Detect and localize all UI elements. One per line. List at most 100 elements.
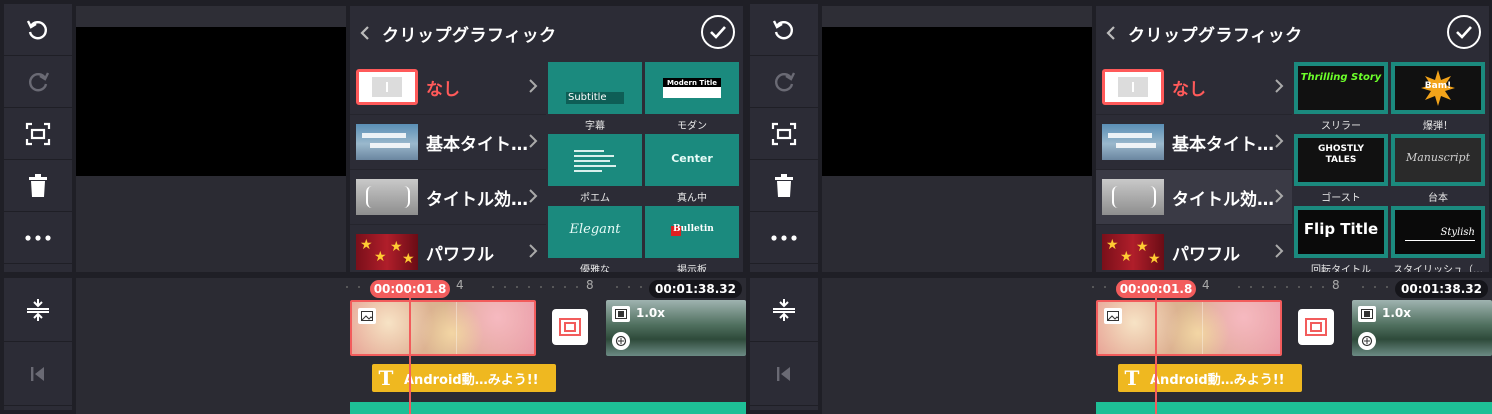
confirm-button[interactable]	[701, 15, 735, 49]
video-clip-selected[interactable]	[1096, 300, 1282, 356]
category-item-title-effect[interactable]: タイトル効…	[350, 170, 546, 225]
video-preview[interactable]	[822, 27, 1092, 176]
tool-column	[4, 4, 72, 272]
category-label: なし	[426, 79, 460, 100]
jump-to-start-button[interactable]	[4, 342, 72, 406]
tile-ghost[interactable]: GHOSTLY TALES ゴースト	[1294, 134, 1388, 204]
chevron-right-icon	[1275, 244, 1284, 258]
back-button[interactable]	[360, 25, 374, 41]
back-button[interactable]	[1106, 25, 1120, 41]
skip-start-icon	[777, 366, 790, 381]
tile-modern[interactable]: Modern Title モダン	[645, 62, 739, 132]
video-clip-selected[interactable]	[350, 300, 536, 356]
powerful-thumbnail: ★ ★ ★ ★	[356, 234, 418, 270]
tile-thumbnail: Bulletin	[645, 206, 739, 258]
category-item-title-effect[interactable]: タイトル効…	[1096, 170, 1292, 225]
jump-to-start-button[interactable]	[750, 342, 818, 406]
transition-icon	[1305, 318, 1327, 336]
tile-flip-title[interactable]: Flip Title 回転タイトル	[1294, 206, 1388, 272]
delete-button[interactable]	[4, 160, 72, 212]
editor-pane-left: クリップグラフィック なし 基本タイト… タイトル効… ★ ★ ★ ★ パワフル…	[0, 0, 746, 414]
tile-bulletin[interactable]: Bulletin 掲示板	[645, 206, 739, 272]
category-label: タイトル効…	[426, 189, 528, 210]
chevron-right-icon	[529, 189, 538, 203]
category-item-none[interactable]: なし	[350, 60, 546, 115]
tile-subtitle[interactable]: Subtitle 字幕	[548, 62, 642, 132]
redo-icon	[29, 71, 50, 91]
basic-title-thumbnail	[356, 124, 418, 160]
ruler-tick-label: 8	[1332, 278, 1340, 292]
panel-header: クリップグラフィック	[350, 6, 743, 60]
transition-icon	[559, 318, 581, 336]
tile-stylish[interactable]: Stylish スタイリッシュ（…	[1391, 206, 1485, 272]
category-label: パワフル	[1172, 244, 1240, 265]
tile-label: 台本	[1428, 193, 1448, 204]
clip-graphics-panel: クリップグラフィック なし 基本タイト… タイトル効… ★ ★ ★ ★ パワフル…	[350, 6, 743, 272]
tile-thumbnail: Thrilling Story	[1294, 62, 1388, 114]
video-clip[interactable]: 1.0x	[606, 300, 746, 356]
text-layer-clip[interactable]: T Android動…みよう!!	[372, 364, 556, 392]
text-layer-label: Android動…みよう!!	[1150, 372, 1285, 388]
film-icon	[1358, 306, 1376, 322]
category-item-powerful[interactable]: ★ ★ ★ ★ パワフル	[350, 225, 546, 272]
tile-thriller[interactable]: Thrilling Story スリラー	[1294, 62, 1388, 132]
editor-pane-right: クリップグラフィック なし 基本タイト… タイトル効… ★ ★ ★ ★ パワフル…	[746, 0, 1492, 414]
fit-screen-button[interactable]	[750, 108, 818, 160]
category-item-basic-title[interactable]: 基本タイト…	[1096, 115, 1292, 170]
expand-vertical-icon	[773, 298, 795, 321]
redo-button[interactable]	[4, 56, 72, 108]
tile-bomb[interactable]: Bam! 爆弾！	[1391, 62, 1485, 132]
tile-label: スタイリッシュ（…	[1393, 265, 1483, 272]
redo-button[interactable]	[750, 56, 818, 108]
more-button[interactable]	[4, 212, 72, 264]
undo-button[interactable]	[750, 4, 818, 56]
category-label: 基本タイト…	[1172, 134, 1274, 155]
title-effect-thumbnail	[356, 179, 418, 215]
video-clip[interactable]: 1.0x	[1352, 300, 1492, 356]
tile-thumbnail: Stylish	[1391, 206, 1485, 258]
more-button[interactable]	[750, 212, 818, 264]
playhead[interactable]	[409, 292, 411, 414]
trash-icon	[775, 173, 793, 197]
undo-button[interactable]	[4, 4, 72, 56]
clip-graphics-panel: クリップグラフィック なし 基本タイト… タイトル効… ★ ★ ★ ★ パワフル…	[1096, 6, 1489, 272]
tile-label: ゴースト	[1321, 193, 1361, 204]
category-label: 基本タイト…	[426, 134, 528, 155]
category-list: なし 基本タイト… タイトル効… ★ ★ ★ ★ パワフル	[350, 60, 546, 272]
preview-bottom-area	[76, 176, 346, 272]
category-item-none[interactable]: なし	[1096, 60, 1292, 115]
tile-poem[interactable]: ポエム	[548, 134, 642, 204]
tile-elegant[interactable]: Elegant 優雅な	[548, 206, 642, 272]
expand-timeline-button[interactable]	[750, 278, 818, 342]
text-layer-clip[interactable]: T Android動…みよう!!	[1118, 364, 1302, 392]
category-item-basic-title[interactable]: 基本タイト…	[350, 115, 546, 170]
timeline[interactable]: 4 8 00:00:01.8 00:01:38.32 1.0x T Androi…	[76, 278, 746, 414]
ruler-tick-label: 4	[1202, 278, 1210, 292]
fit-screen-button[interactable]	[4, 108, 72, 160]
playhead[interactable]	[1155, 292, 1157, 414]
basic-title-thumbnail	[1102, 124, 1164, 160]
tile-manuscript[interactable]: Manuscript 台本	[1391, 134, 1485, 204]
tile-center[interactable]: Center 真ん中	[645, 134, 739, 204]
text-layer-icon: T	[378, 366, 394, 390]
timeline[interactable]: 4 8 00:00:01.8 00:01:38.32 1.0x T Androi…	[822, 278, 1492, 414]
transition-button[interactable]	[552, 309, 588, 345]
undo-icon	[772, 19, 793, 39]
ruler-tick-label: 4	[456, 278, 464, 292]
category-list: なし 基本タイト… タイトル効… ★ ★ ★ ★ パワフル	[1096, 60, 1292, 272]
more-icon	[25, 234, 51, 241]
transition-button[interactable]	[1298, 309, 1334, 345]
total-time: 00:01:38.32	[1395, 280, 1488, 298]
tile-label: 優雅な	[580, 265, 610, 272]
video-preview[interactable]	[76, 27, 346, 176]
confirm-button[interactable]	[1447, 15, 1481, 49]
title-effect-thumbnail	[1102, 179, 1164, 215]
category-item-powerful[interactable]: ★ ★ ★ ★ パワフル	[1096, 225, 1292, 272]
clip-speed: 1.0x	[1382, 306, 1411, 320]
chevron-right-icon	[1275, 134, 1284, 148]
chevron-right-icon	[1275, 189, 1284, 203]
expand-timeline-button[interactable]	[4, 278, 72, 342]
tile-thumbnail	[548, 134, 642, 186]
tile-thumbnail: Elegant	[548, 206, 642, 258]
delete-button[interactable]	[750, 160, 818, 212]
